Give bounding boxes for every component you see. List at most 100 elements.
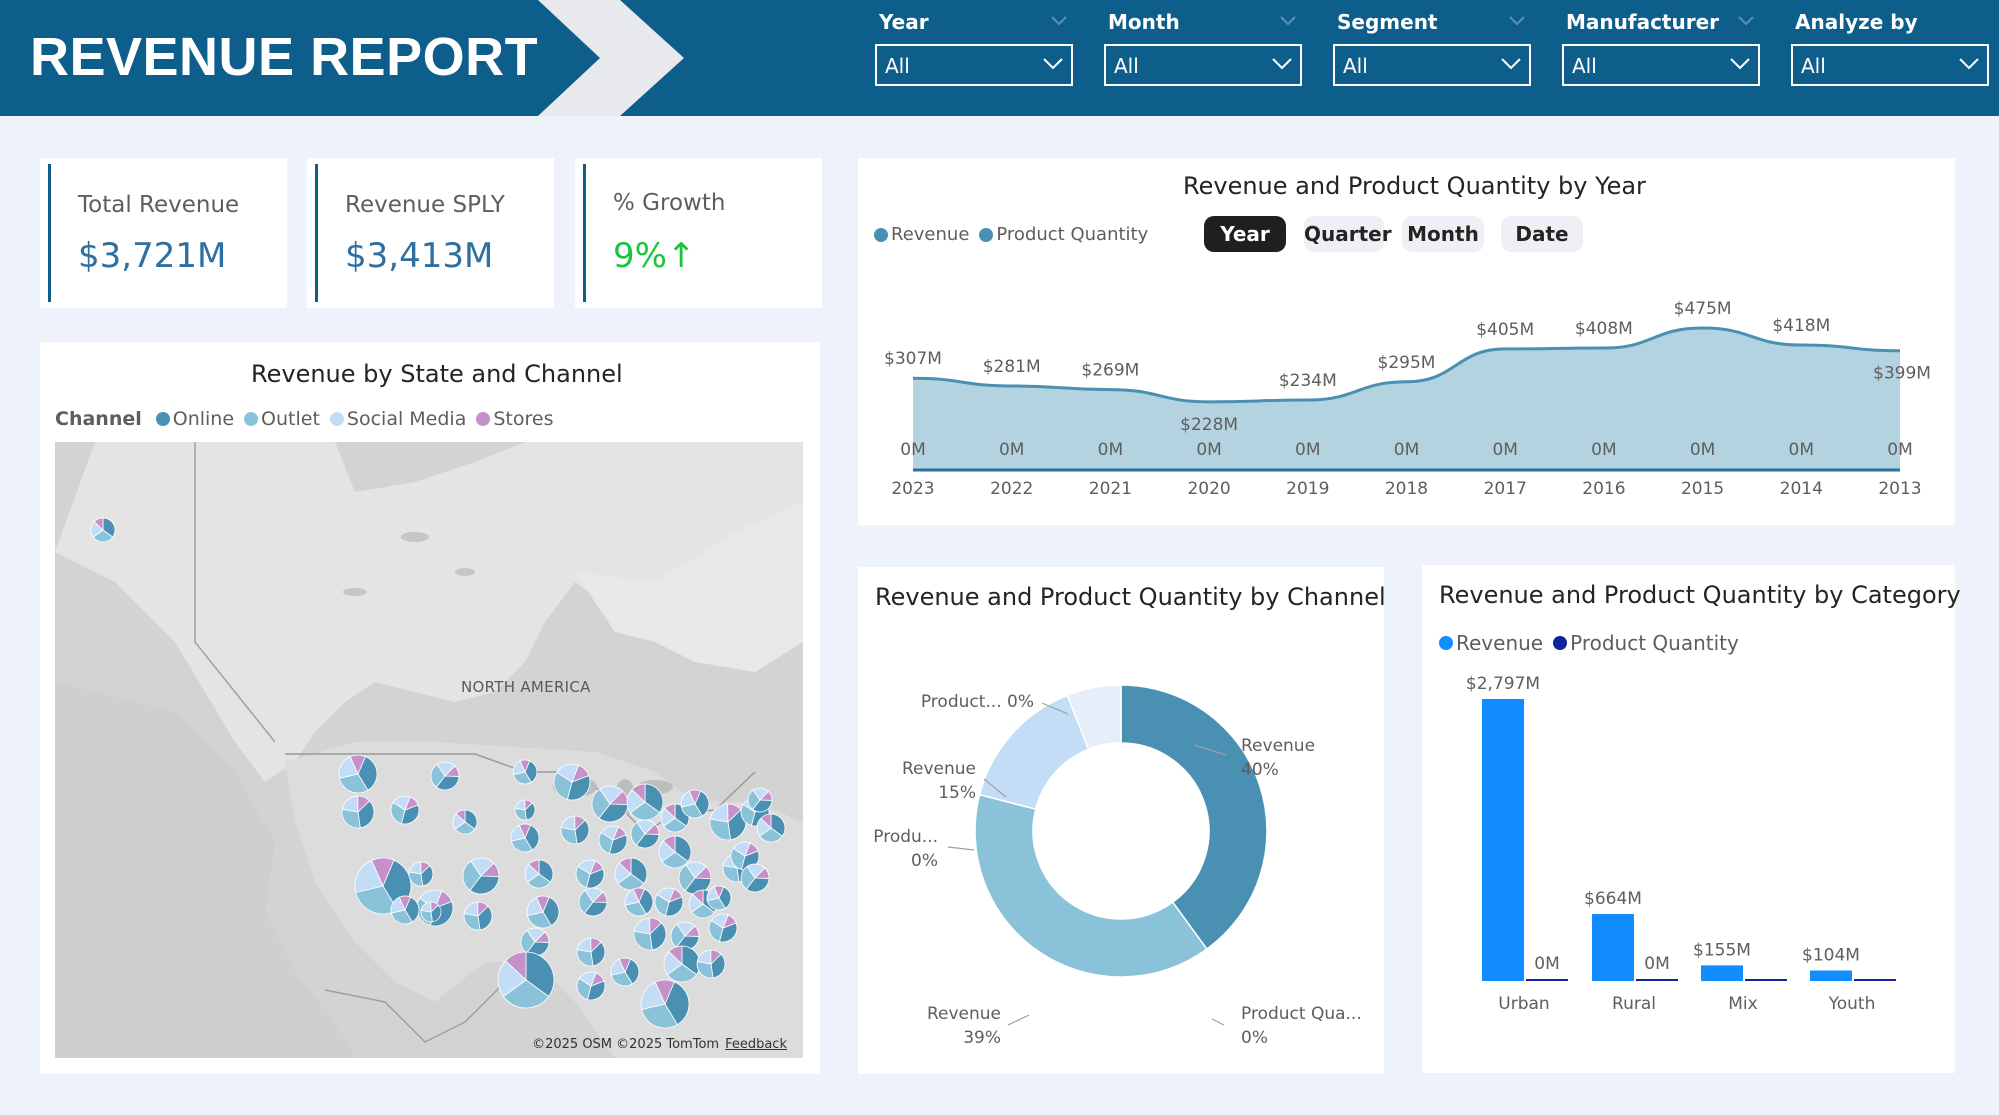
visual-title: Revenue and Product Quantity by Channel [875, 583, 1386, 611]
map-canvas[interactable]: NORTH AMERICA ©2025 OSM ©2025 TomTom Feed… [55, 442, 803, 1058]
legend-dot [874, 227, 888, 242]
product-quantity-data-label: 0M [900, 440, 925, 460]
kpi-value: $3,721M [78, 236, 227, 276]
legend-label: Revenue [1456, 631, 1544, 655]
revenue-data-label: $307M [884, 349, 942, 369]
slicer-segment-value: All [1343, 54, 1368, 78]
revenue-data-label: $269M [1081, 361, 1139, 381]
product-quantity-data-label: 0M [1789, 440, 1814, 460]
chevron-down-icon[interactable] [1509, 16, 1525, 26]
chevron-down-icon[interactable] [1738, 16, 1754, 26]
legend-item-social-media[interactable]: Social Media [329, 408, 467, 430]
revenue-data-label: $281M [983, 357, 1041, 377]
product-quantity-bar [1745, 979, 1787, 981]
x-tick-label: Rural [1612, 994, 1656, 1014]
map-credits: ©2025 OSM ©2025 TomTom Feedback [532, 1037, 787, 1052]
slicer-analyze-by-dropdown[interactable]: All [1791, 44, 1989, 86]
legend-label: Outlet [261, 408, 320, 430]
x-tick-label: Urban [1498, 994, 1549, 1014]
slicer-month-dropdown[interactable]: All [1104, 44, 1302, 86]
channel-donut-visual[interactable]: Revenue and Product Quantity by Channel … [858, 567, 1386, 1074]
category-legend: Revenue Product Quantity [1439, 631, 1749, 655]
x-tick-label: 2023 [891, 479, 934, 499]
revenue-data-label: $155M [1693, 940, 1751, 960]
product-quantity-bar [1636, 979, 1678, 981]
slicer-analyze-by-label: Analyze by [1795, 10, 1918, 34]
slicer-manufacturer-value: All [1572, 54, 1597, 78]
map-feedback-link[interactable]: Feedback [725, 1037, 787, 1052]
revenue-data-label: $408M [1575, 319, 1633, 339]
product-quantity-data-label: 0M [999, 440, 1024, 460]
product-quantity-bar [1526, 979, 1568, 981]
kpi-card-total-revenue[interactable]: Total Revenue $3,721M [40, 158, 287, 308]
x-tick-label: Mix [1728, 994, 1757, 1014]
chevron-down-icon[interactable] [1280, 16, 1296, 26]
legend-item-outlet[interactable]: Outlet [244, 408, 320, 430]
legend-item-product-quantity[interactable]: Product Quantity [1553, 631, 1739, 655]
period-button-year[interactable]: Year [1204, 216, 1286, 252]
period-button-date[interactable]: Date [1501, 216, 1583, 252]
product-quantity-bar [1854, 979, 1896, 981]
kpi-label: % Growth [613, 190, 726, 216]
legend-item-revenue[interactable]: Revenue [874, 224, 969, 245]
visual-title: Revenue and Product Quantity by Category [1439, 581, 1961, 609]
kpi-card-revenue-sply[interactable]: Revenue SPLY $3,413M [307, 158, 554, 308]
chevron-down-icon[interactable] [1051, 16, 1067, 26]
slicer-manufacturer-dropdown[interactable]: All [1562, 44, 1760, 86]
legend-dot [329, 412, 344, 426]
slicer-year-dropdown[interactable]: All [875, 44, 1073, 86]
x-tick-label: 2016 [1582, 479, 1625, 499]
slicer-year-label: Year [879, 10, 929, 34]
legend-item-online[interactable]: Online [155, 408, 234, 430]
channel-donut-chart: Revenue 40% Product Qua... 0% Revenue 39% Prod… [873, 684, 1362, 1048]
revenue-data-label: $405M [1476, 320, 1534, 340]
map-pie-slice [408, 861, 422, 875]
slicer-segment-dropdown[interactable]: All [1333, 44, 1531, 86]
map-pie-slice [633, 917, 651, 935]
legend-item-product-quantity[interactable]: Product Quantity [979, 224, 1148, 245]
donut-slice-pct: 0% [1241, 1028, 1268, 1048]
donut-slice-label: Revenue [1241, 736, 1315, 756]
legend-item-revenue[interactable]: Revenue [1439, 631, 1543, 655]
x-tick-label: 2013 [1878, 479, 1921, 499]
chevron-arrow-icon [538, 0, 684, 116]
x-tick-label: 2018 [1385, 479, 1428, 499]
product-quantity-data-label: 0M [1295, 440, 1320, 460]
slicer-year-value: All [885, 54, 910, 78]
slicer-analyze-by-value: All [1801, 54, 1826, 78]
donut-leader-line [1007, 1014, 1030, 1026]
donut-slice-pct: 0% [911, 851, 938, 871]
donut-slice-pct: 39% [963, 1028, 1001, 1048]
legend-label: Social Media [346, 408, 467, 430]
category-bar-visual[interactable]: Revenue and Product Quantity by Category… [1422, 565, 1961, 1073]
report-header: REVENUE REPORT Year All Month All Segmen… [0, 0, 1999, 116]
revenue-data-label: $295M [1378, 353, 1436, 373]
donut-slice [974, 793, 1208, 978]
donut-leader-line [1211, 1018, 1225, 1026]
legend-dot [155, 412, 170, 426]
legend-item-stores[interactable]: Stores [476, 408, 553, 430]
revenue-data-label: $475M [1674, 299, 1732, 319]
revenue-bar [1810, 970, 1852, 981]
chevron-down-icon [1501, 58, 1521, 70]
chevron-down-icon [1043, 58, 1063, 70]
product-quantity-data-label: 0M [1644, 954, 1669, 974]
slicer-manufacturer-label: Manufacturer [1566, 10, 1720, 34]
chevron-down-icon [1272, 58, 1292, 70]
period-button-quarter[interactable]: Quarter [1304, 216, 1392, 252]
map-pie-slice [514, 799, 526, 811]
slicer-segment-label: Segment [1337, 10, 1438, 34]
slicer-analyze-by: Analyze by All [1791, 6, 1991, 90]
x-tick-label: 2019 [1286, 479, 1329, 499]
kpi-card-growth[interactable]: % Growth 9%↑ [575, 158, 822, 308]
x-tick-label: 2022 [990, 479, 1033, 499]
year-legend: Revenue Product Quantity [874, 224, 1158, 245]
period-button-month[interactable]: Month [1402, 216, 1484, 252]
kpi-value: 9%↑ [613, 236, 696, 276]
donut-slice-label: Product Qua... [1241, 1004, 1362, 1024]
chevron-down-icon [1959, 58, 1979, 70]
revenue-data-label: $664M [1584, 889, 1642, 909]
slicer-segment: Segment All [1333, 6, 1533, 90]
donut-slice-label: Produ... [873, 827, 938, 847]
chevron-down-icon [1730, 58, 1750, 70]
